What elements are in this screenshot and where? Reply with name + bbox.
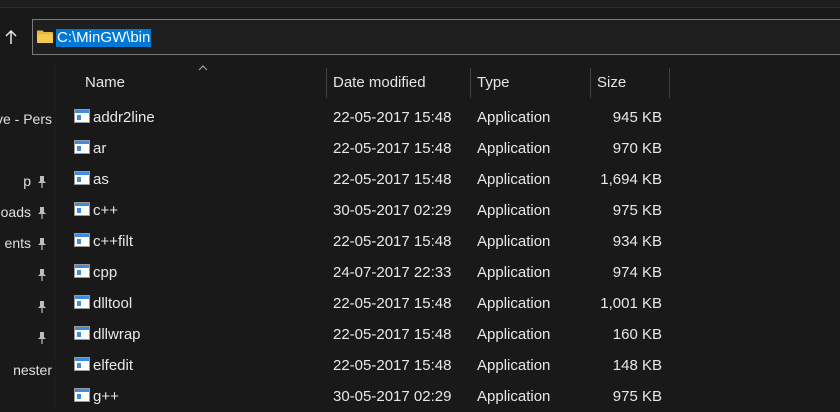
file-type: Application (477, 109, 551, 126)
sidebar-item[interactable] (0, 327, 55, 349)
application-icon (74, 171, 90, 185)
file-name: cpp (93, 264, 118, 281)
application-icon (74, 388, 90, 402)
file-date-modified: 22-05-2017 15:48 (333, 326, 452, 343)
sidebar-item[interactable]: ve - Pers (0, 109, 55, 131)
file-row[interactable]: dlltool 22-05-2017 15:48 Application 1,001 … (56, 288, 840, 319)
file-type: Application (477, 140, 551, 157)
file-date-modified: 22-05-2017 15:48 (333, 233, 452, 250)
file-date-modified: 22-05-2017 15:48 (333, 109, 452, 126)
application-icon (74, 326, 90, 340)
sidebar-item[interactable] (0, 264, 55, 286)
pin-icon[interactable] (36, 237, 48, 251)
address-path-text[interactable]: C:\MinGW\bin (56, 29, 152, 47)
pin-icon[interactable] (36, 331, 48, 345)
file-name: c++filt (93, 233, 134, 250)
file-name: as (93, 171, 109, 188)
application-icon (74, 109, 90, 123)
file-date-modified: 22-05-2017 15:48 (333, 357, 452, 374)
file-date-modified: 22-05-2017 15:48 (333, 140, 452, 157)
sidebar-item[interactable]: p (0, 171, 55, 193)
file-size: 934 KB (612, 233, 662, 250)
file-size: 945 KB (612, 109, 662, 126)
file-row[interactable]: cpp 24-07-2017 22:33 Application 974 KB (56, 257, 840, 288)
file-name: g++ (93, 388, 119, 405)
application-icon (74, 357, 90, 371)
file-date-modified: 22-05-2017 15:48 (333, 171, 452, 188)
column-header-size[interactable]: Size (597, 74, 626, 92)
file-type: Application (477, 326, 551, 343)
file-row[interactable]: ar 22-05-2017 15:48 Application 970 KB (56, 133, 840, 164)
arrow-up-icon (5, 29, 17, 44)
up-button[interactable] (0, 26, 22, 48)
sidebar-item-label: oads (0, 204, 31, 220)
file-size: 975 KB (612, 388, 662, 405)
address-bar[interactable]: C:\MinGW\bin (32, 19, 840, 55)
file-name: dllwrap (93, 326, 141, 343)
application-icon (74, 140, 90, 154)
column-separator[interactable] (326, 68, 327, 98)
file-type: Application (477, 388, 551, 405)
file-row[interactable]: c++filt 22-05-2017 15:48 Application 934 KB (56, 226, 840, 257)
sidebar-item[interactable]: oads (0, 202, 55, 224)
file-row[interactable]: addr2line 22-05-2017 15:48 Application 945 … (56, 102, 840, 133)
column-separator[interactable] (669, 68, 670, 98)
file-name: dlltool (93, 295, 133, 312)
folder-icon (37, 30, 53, 43)
pin-icon[interactable] (36, 300, 48, 314)
file-size: 1,001 KB (600, 295, 662, 312)
file-row[interactable]: c++ 30-05-2017 02:29 Application 975 KB (56, 195, 840, 226)
file-date-modified: 30-05-2017 02:29 (333, 202, 452, 219)
sidebar-item-label: ents (4, 235, 31, 251)
sidebar-item[interactable]: nester (0, 360, 55, 382)
file-name: c++ (93, 202, 119, 219)
column-header-row: Name Date modified Type Size (56, 64, 840, 100)
file-row[interactable]: as 22-05-2017 15:48 Application 1,694 KB (56, 164, 840, 195)
file-size: 975 KB (612, 202, 662, 219)
file-name: ar (93, 140, 107, 157)
column-header-type[interactable]: Type (477, 74, 510, 92)
application-icon (74, 202, 90, 216)
pin-icon[interactable] (36, 175, 48, 189)
file-name: elfedit (93, 357, 134, 374)
column-header-name[interactable]: Name (85, 74, 125, 92)
file-size: 1,694 KB (600, 171, 662, 188)
file-date-modified: 30-05-2017 02:29 (333, 388, 452, 405)
column-header-date-modified[interactable]: Date modified (333, 74, 426, 92)
sidebar-item[interactable] (0, 296, 55, 318)
pin-icon[interactable] (36, 268, 48, 282)
file-name: addr2line (93, 109, 155, 126)
file-row[interactable]: elfedit 22-05-2017 15:48 Application 148 KB (56, 350, 840, 381)
navigation-pane: ve - Pers p oads ents nester (0, 64, 55, 406)
file-row[interactable]: dllwrap 22-05-2017 15:48 Application 160 KB (56, 319, 840, 350)
file-type: Application (477, 202, 551, 219)
file-size: 970 KB (612, 140, 662, 157)
file-type: Application (477, 171, 551, 188)
application-icon (74, 233, 90, 247)
file-date-modified: 24-07-2017 22:33 (333, 264, 452, 281)
application-icon (74, 295, 90, 309)
sidebar-item-label: p (23, 173, 31, 189)
column-separator[interactable] (470, 68, 471, 98)
pin-icon[interactable] (36, 206, 48, 220)
file-size: 974 KB (612, 264, 662, 281)
file-row[interactable]: g++ 30-05-2017 02:29 Application 975 KB (56, 381, 840, 412)
application-icon (74, 264, 90, 278)
file-size: 160 KB (612, 326, 662, 343)
sort-ascending-icon (198, 65, 208, 71)
window-top-strip (0, 0, 840, 8)
sidebar-item[interactable]: ents (0, 233, 55, 255)
file-type: Application (477, 357, 551, 374)
file-type: Application (477, 233, 551, 250)
sidebar-item-label: nester (13, 362, 52, 378)
file-type: Application (477, 295, 551, 312)
file-size: 148 KB (612, 357, 662, 374)
file-type: Application (477, 264, 551, 281)
column-separator[interactable] (590, 68, 591, 98)
sidebar-item-label: ve - Pers (0, 111, 52, 127)
address-row: C:\MinGW\bin (0, 8, 840, 64)
file-date-modified: 22-05-2017 15:48 (333, 295, 452, 312)
